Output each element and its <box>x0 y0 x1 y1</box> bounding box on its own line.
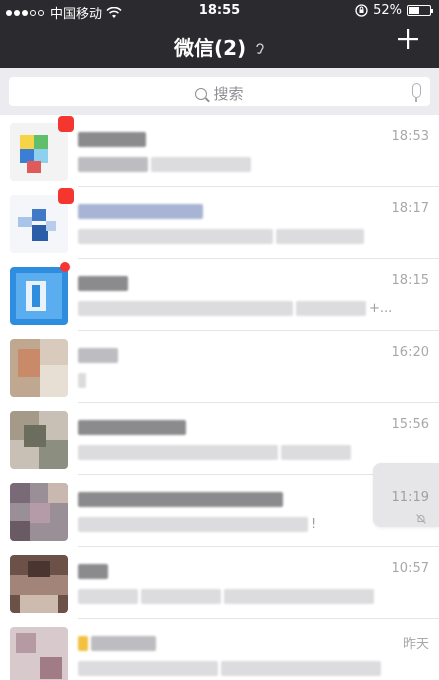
avatar <box>10 339 68 397</box>
earpiece-icon <box>250 43 265 59</box>
chat-row[interactable]: 15:56 <box>0 403 439 475</box>
battery-percent: 52% <box>373 3 402 18</box>
search-input[interactable]: 搜索 <box>9 77 430 106</box>
page-title-text: 微信(2) <box>173 36 247 60</box>
chat-name <box>78 489 286 508</box>
floating-overlay-widget[interactable]: 11:19 <box>373 463 439 527</box>
chat-preview: +... <box>78 301 392 316</box>
microphone-icon[interactable] <box>412 83 421 102</box>
status-bar: 中国移动 18:55 52% <box>0 0 439 22</box>
avatar <box>10 267 68 325</box>
chat-preview <box>78 661 384 676</box>
avatar <box>10 411 68 469</box>
chat-preview: ! <box>78 517 316 532</box>
avatar <box>10 195 68 253</box>
chat-row[interactable]: 昨天 <box>0 619 439 680</box>
battery-icon <box>407 5 433 16</box>
chat-row[interactable]: 10:57 <box>0 547 439 619</box>
chat-preview <box>78 589 377 604</box>
chat-preview <box>78 373 89 388</box>
chat-time: 15:56 <box>391 417 429 432</box>
chat-preview <box>78 229 367 244</box>
orientation-lock-icon <box>355 4 368 17</box>
chat-time: 18:17 <box>391 201 429 216</box>
chat-list: 18:53 18:17 18:15 +... 16:20 15:56 ! 10:… <box>0 115 439 680</box>
search-placeholder-wrap: 搜索 <box>9 83 430 104</box>
chat-row[interactable]: 18:53 <box>0 115 439 187</box>
wechat-chat-list-screen: 中国移动 18:55 52% 微信(2) 搜索 18:53 18:17 18:1… <box>0 0 439 680</box>
unread-badge <box>60 262 70 272</box>
chat-preview <box>78 157 254 172</box>
chat-time: 10:57 <box>391 561 429 576</box>
chat-name <box>78 273 131 292</box>
top-bar: 中国移动 18:55 52% 微信(2) <box>0 0 439 68</box>
avatar <box>10 483 68 541</box>
page-title: 微信(2) <box>0 32 439 61</box>
chat-name <box>78 633 159 652</box>
chat-name <box>78 345 121 364</box>
preview-suffix: +... <box>369 301 393 316</box>
chat-time: 16:20 <box>391 345 429 360</box>
avatar <box>10 555 68 613</box>
chat-preview <box>78 445 354 460</box>
add-button[interactable] <box>397 28 419 50</box>
mute-bell-icon <box>415 513 427 525</box>
chat-time: 18:53 <box>391 129 429 144</box>
chat-name <box>78 129 149 148</box>
status-right: 52% <box>355 3 433 18</box>
chat-name <box>78 561 111 580</box>
chat-time: 昨天 <box>402 637 429 652</box>
unread-badge <box>58 116 74 132</box>
chat-time: 18:15 <box>391 273 429 288</box>
chat-time: 11:19 <box>391 490 429 505</box>
chat-row[interactable]: 18:17 <box>0 187 439 259</box>
chat-name <box>78 417 189 436</box>
chat-row[interactable]: 18:15 +... <box>0 259 439 331</box>
search-placeholder: 搜索 <box>213 85 244 103</box>
avatar <box>10 123 68 181</box>
unread-badge <box>58 188 74 204</box>
chat-row[interactable]: 16:20 <box>0 331 439 403</box>
search-icon <box>195 88 208 100</box>
navigation-bar: 微信(2) <box>0 22 439 68</box>
plus-icon <box>397 28 419 50</box>
avatar <box>10 627 68 680</box>
chat-name <box>78 201 206 220</box>
search-bar-container: 搜索 <box>0 68 439 115</box>
preview-suffix: ! <box>311 517 317 532</box>
